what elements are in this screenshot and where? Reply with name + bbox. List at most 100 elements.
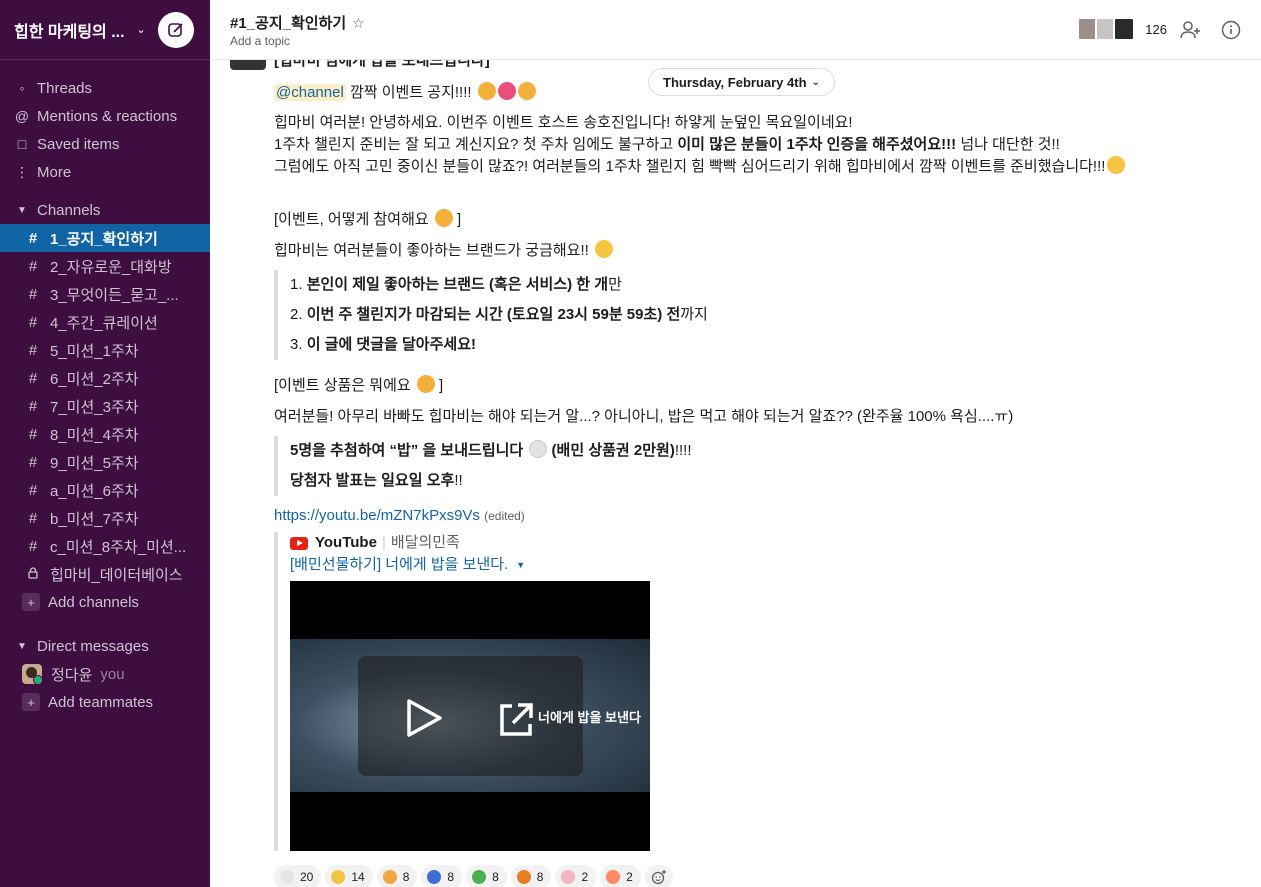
text-span: 넘나 대단한 것!! bbox=[956, 136, 1060, 153]
reaction-pill[interactable]: 2 bbox=[600, 865, 641, 887]
headline-text: 깜짝 이벤트 공지!!!! bbox=[345, 84, 472, 101]
channel-title[interactable]: #1_공지_확인하기 ☆ bbox=[230, 12, 365, 33]
add-topic-link[interactable]: Add a topic bbox=[230, 34, 290, 48]
reaction-pill[interactable]: 14 bbox=[325, 865, 373, 887]
reaction-pill[interactable]: 8 bbox=[376, 865, 418, 887]
threads-icon: ◦ bbox=[19, 80, 25, 96]
channel-item[interactable]: #2_자유로운_대화방 bbox=[0, 252, 210, 280]
reaction-pill[interactable]: 8 bbox=[421, 865, 463, 887]
avatar[interactable] bbox=[230, 60, 266, 70]
message-line: 힙마비는 여러분들이 좋아하는 브랜드가 궁금해요!! bbox=[274, 240, 613, 262]
channel-label: 6_미션_2주차 bbox=[50, 370, 139, 388]
video-caption: 너에게 밥을 보낸다 bbox=[538, 710, 641, 725]
link-unfurl: YouTube | 배달의민족 [배민선물하기] 너에게 밥을 보낸다. ▼ 너에게 … bbox=[274, 532, 650, 851]
dm-item-self[interactable]: 정다윤 you bbox=[0, 660, 210, 688]
channel-title-text: #1_공지_확인하기 bbox=[230, 15, 347, 32]
channel-item[interactable]: # b_미션_7주차 bbox=[0, 504, 210, 532]
reactions-bar: 20 14 8 8 8 8 2 2 bbox=[274, 865, 677, 887]
reaction-pill[interactable]: 20 bbox=[274, 865, 322, 887]
author-name[interactable]: 배달의민족 bbox=[391, 532, 460, 554]
hash-icon: # bbox=[28, 509, 38, 527]
hash-icon: # bbox=[28, 285, 38, 303]
nav-threads[interactable]: ◦ Threads bbox=[0, 74, 210, 102]
rice-bowl-icon bbox=[280, 870, 294, 884]
more-icon: ⋮ bbox=[15, 163, 29, 180]
list-item: 3. 이 글에 댓글을 달아주세요! bbox=[290, 330, 708, 360]
message-line: 당첨자 발표는 일요일 오후!! bbox=[290, 466, 692, 496]
hash-icon: # bbox=[28, 425, 38, 443]
youtube-link[interactable]: https://youtu.be/mZN7kPxs9Vs bbox=[274, 507, 480, 524]
blockquote: 1. 본인이 제일 좋아하는 브랜드 (혹은 서비스) 한 개만 2. 이번 주… bbox=[274, 270, 708, 360]
info-icon bbox=[1221, 20, 1241, 40]
channel-item[interactable]: #8_미션_4주차 bbox=[0, 420, 210, 448]
caret-down-icon[interactable]: ▼ bbox=[516, 554, 525, 576]
add-member-button[interactable] bbox=[1179, 18, 1203, 42]
channels-section-header[interactable]: ▼ Channels bbox=[0, 196, 210, 224]
compose-button[interactable] bbox=[158, 11, 194, 48]
nav-more[interactable]: ⋮ More bbox=[0, 158, 210, 186]
dm-section-header[interactable]: ▼ Direct messages bbox=[0, 632, 210, 660]
video-title-link[interactable]: [배민선물하기] 너에게 밥을 보낸다. ▼ bbox=[290, 554, 650, 576]
message-line: 그럼에도 아직 고민 중이신 분들이 많죠?! 여러분들의 1주차 챌린지 힘 … bbox=[274, 156, 1126, 178]
external-link-icon[interactable] bbox=[496, 700, 536, 740]
custom-emoji-icon bbox=[561, 870, 576, 884]
channel-details-button[interactable] bbox=[1219, 18, 1243, 42]
channel-header: #1_공지_확인하기 ☆ Add a topic 126 bbox=[210, 0, 1261, 60]
add-channels-button[interactable]: + Add channels bbox=[0, 588, 210, 616]
message-line: 힙마비 여러분! 안녕하세요. 이번주 이벤트 호스트 송호진입니다! 하얗게 … bbox=[274, 114, 853, 131]
bold-text: 이미 많은 분들이 1주차 인증을 해주셨어요!!! bbox=[677, 136, 957, 153]
channel-mention[interactable]: @channel bbox=[274, 84, 346, 101]
workspace-name[interactable]: 힙한 마케팅의 ... bbox=[14, 18, 125, 42]
rice-bowl-icon bbox=[529, 440, 548, 458]
reaction-pill[interactable]: 8 bbox=[510, 865, 552, 887]
member-avatars[interactable]: 126 bbox=[1077, 17, 1167, 41]
channel-item[interactable]: # a_미션_6주차 bbox=[0, 476, 210, 504]
channel-label: 힙마비_데이터베이스 bbox=[50, 566, 183, 584]
message-line: @channel 깜짝 이벤트 공지!!!! bbox=[274, 82, 536, 104]
channel-label: c_미션_8주차_미션... bbox=[50, 538, 187, 556]
hash-icon: # bbox=[28, 481, 38, 499]
avatar bbox=[1113, 17, 1136, 41]
channel-label: 7_미션_3주차 bbox=[50, 398, 139, 416]
list-number: 2. bbox=[290, 306, 307, 323]
reaction-pill[interactable]: 8 bbox=[466, 865, 507, 887]
channel-item[interactable]: #9_미션_5주차 bbox=[0, 448, 210, 476]
channel-item[interactable]: # c_미션_8주차_미션... bbox=[0, 532, 210, 560]
add-teammates-button[interactable]: + Add teammates bbox=[0, 688, 210, 716]
text-span: 힙마비는 여러분들이 좋아하는 브랜드가 궁금해요!! bbox=[274, 242, 589, 259]
channel-label: 5_미션_1주차 bbox=[50, 342, 139, 360]
workspace-header[interactable]: 힙한 마케팅의 ... ⌄ bbox=[0, 0, 210, 60]
party-popper-icon bbox=[477, 82, 496, 100]
list-number: 1. bbox=[290, 276, 307, 293]
date-divider-pill[interactable]: Thursday, February 4th ⌄ bbox=[648, 68, 835, 96]
nav-label: Threads bbox=[37, 79, 93, 97]
message-line: 1주차 챌린지 준비는 잘 되고 계신지요? 첫 주차 임에도 불구하고 이미 … bbox=[274, 134, 1125, 156]
text-span: !! bbox=[454, 472, 463, 489]
hash-icon: # bbox=[28, 257, 38, 275]
reaction-count: 8 bbox=[402, 870, 410, 884]
custom-emoji-icon bbox=[606, 870, 621, 884]
video-player[interactable]: 너에게 밥을 보낸다 bbox=[290, 581, 650, 851]
list-item: 1. 본인이 제일 좋아하는 브랜드 (혹은 서비스) 한 개만 bbox=[290, 270, 708, 300]
nav-mentions[interactable]: @ Mentions & reactions bbox=[0, 102, 210, 130]
heading-text: [이벤트 상품은 뭐에요 bbox=[274, 377, 411, 394]
unfurl-service-row: YouTube | 배달의민족 bbox=[290, 532, 650, 554]
channel-item[interactable]: #4_주간_큐레이션 bbox=[0, 308, 210, 336]
channel-item-private[interactable]: 힙마비_데이터베이스 bbox=[0, 560, 210, 588]
avatar bbox=[22, 664, 42, 684]
channel-item[interactable]: #3_무엇이든_묻고_... bbox=[0, 280, 210, 308]
chevron-down-icon[interactable]: ⌄ bbox=[137, 23, 146, 36]
channel-item[interactable]: #5_미션_1주차 bbox=[0, 336, 210, 364]
channel-item[interactable]: #6_미션_2주차 bbox=[0, 364, 210, 392]
hash-icon: # bbox=[28, 369, 38, 387]
channel-item[interactable]: #1_공지_확인하기 bbox=[0, 224, 210, 252]
add-reaction-button[interactable] bbox=[644, 865, 673, 887]
nav-saved-items[interactable]: □ Saved items bbox=[0, 130, 210, 158]
caret-down-icon: ▼ bbox=[17, 204, 27, 216]
channel-item[interactable]: #7_미션_3주차 bbox=[0, 392, 210, 420]
lock-icon bbox=[26, 566, 40, 583]
play-icon[interactable] bbox=[404, 698, 444, 738]
reaction-pill[interactable]: 2 bbox=[555, 865, 597, 887]
custom-emoji-icon bbox=[427, 870, 442, 884]
star-icon[interactable]: ☆ bbox=[352, 15, 365, 31]
